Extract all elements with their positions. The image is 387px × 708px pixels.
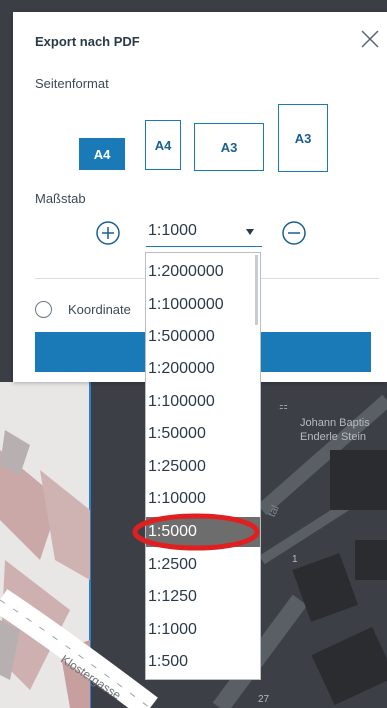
page-format-label: Seitenformat (35, 76, 109, 91)
zoom-in-icon[interactable] (95, 220, 121, 246)
dropdown-option[interactable]: 1:1250 (146, 582, 260, 612)
dropdown-option[interactable]: 1:200000 (146, 354, 260, 384)
format-a3-portrait-button[interactable]: A3 (278, 104, 328, 172)
format-label: A4 (154, 137, 172, 153)
dropdown-option[interactable]: 1:2500 (146, 550, 260, 580)
house-number: 27 (258, 694, 270, 705)
poi-label: Johann Baptis (300, 417, 370, 429)
zoom-out-icon[interactable] (281, 220, 307, 246)
coordinates-radio[interactable] (35, 301, 52, 318)
dropdown-option[interactable]: 1:25000 (146, 452, 260, 482)
scale-select[interactable]: 1:1000 (146, 220, 262, 247)
dropdown-option-selected[interactable]: 1:5000 (146, 517, 260, 547)
dropdown-option[interactable]: 1:500000 (146, 322, 260, 352)
dropdown-option[interactable]: 1:50000 (146, 419, 260, 449)
scale-value: 1:1000 (148, 222, 197, 239)
poi-marker-icon: ⚏ (279, 401, 288, 412)
dropdown-option[interactable]: 1:500 (146, 647, 260, 677)
format-label: A3 (220, 139, 238, 155)
format-a4-landscape-button[interactable]: A4 (145, 120, 181, 170)
dropdown-option[interactable]: 1:100000 (146, 387, 260, 417)
dropdown-option[interactable]: 1:10000 (146, 484, 260, 514)
chevron-down-icon (246, 229, 254, 235)
dropdown-option[interactable]: 1:1000 (146, 615, 260, 645)
house-number: 1 (292, 554, 298, 565)
coordinates-label: Koordinate (68, 302, 131, 317)
poi-label: Enderle Stein (300, 431, 367, 443)
dropdown-option[interactable]: 1:2000000 (146, 257, 260, 287)
scale-label: Maßstab (35, 191, 86, 206)
format-label: A4 (93, 146, 111, 162)
dropdown-option[interactable]: 1:1000000 (146, 290, 260, 320)
format-a4-portrait-button[interactable]: A4 (79, 138, 125, 170)
format-a3-landscape-button[interactable]: A3 (194, 123, 264, 171)
scrollbar[interactable] (255, 255, 258, 325)
scale-dropdown-list[interactable]: 1:2000000 1:1000000 1:500000 1:200000 1:… (145, 252, 261, 680)
dialog-title: Export nach PDF (35, 34, 140, 49)
close-icon[interactable] (359, 28, 381, 50)
format-label: A3 (294, 130, 312, 146)
